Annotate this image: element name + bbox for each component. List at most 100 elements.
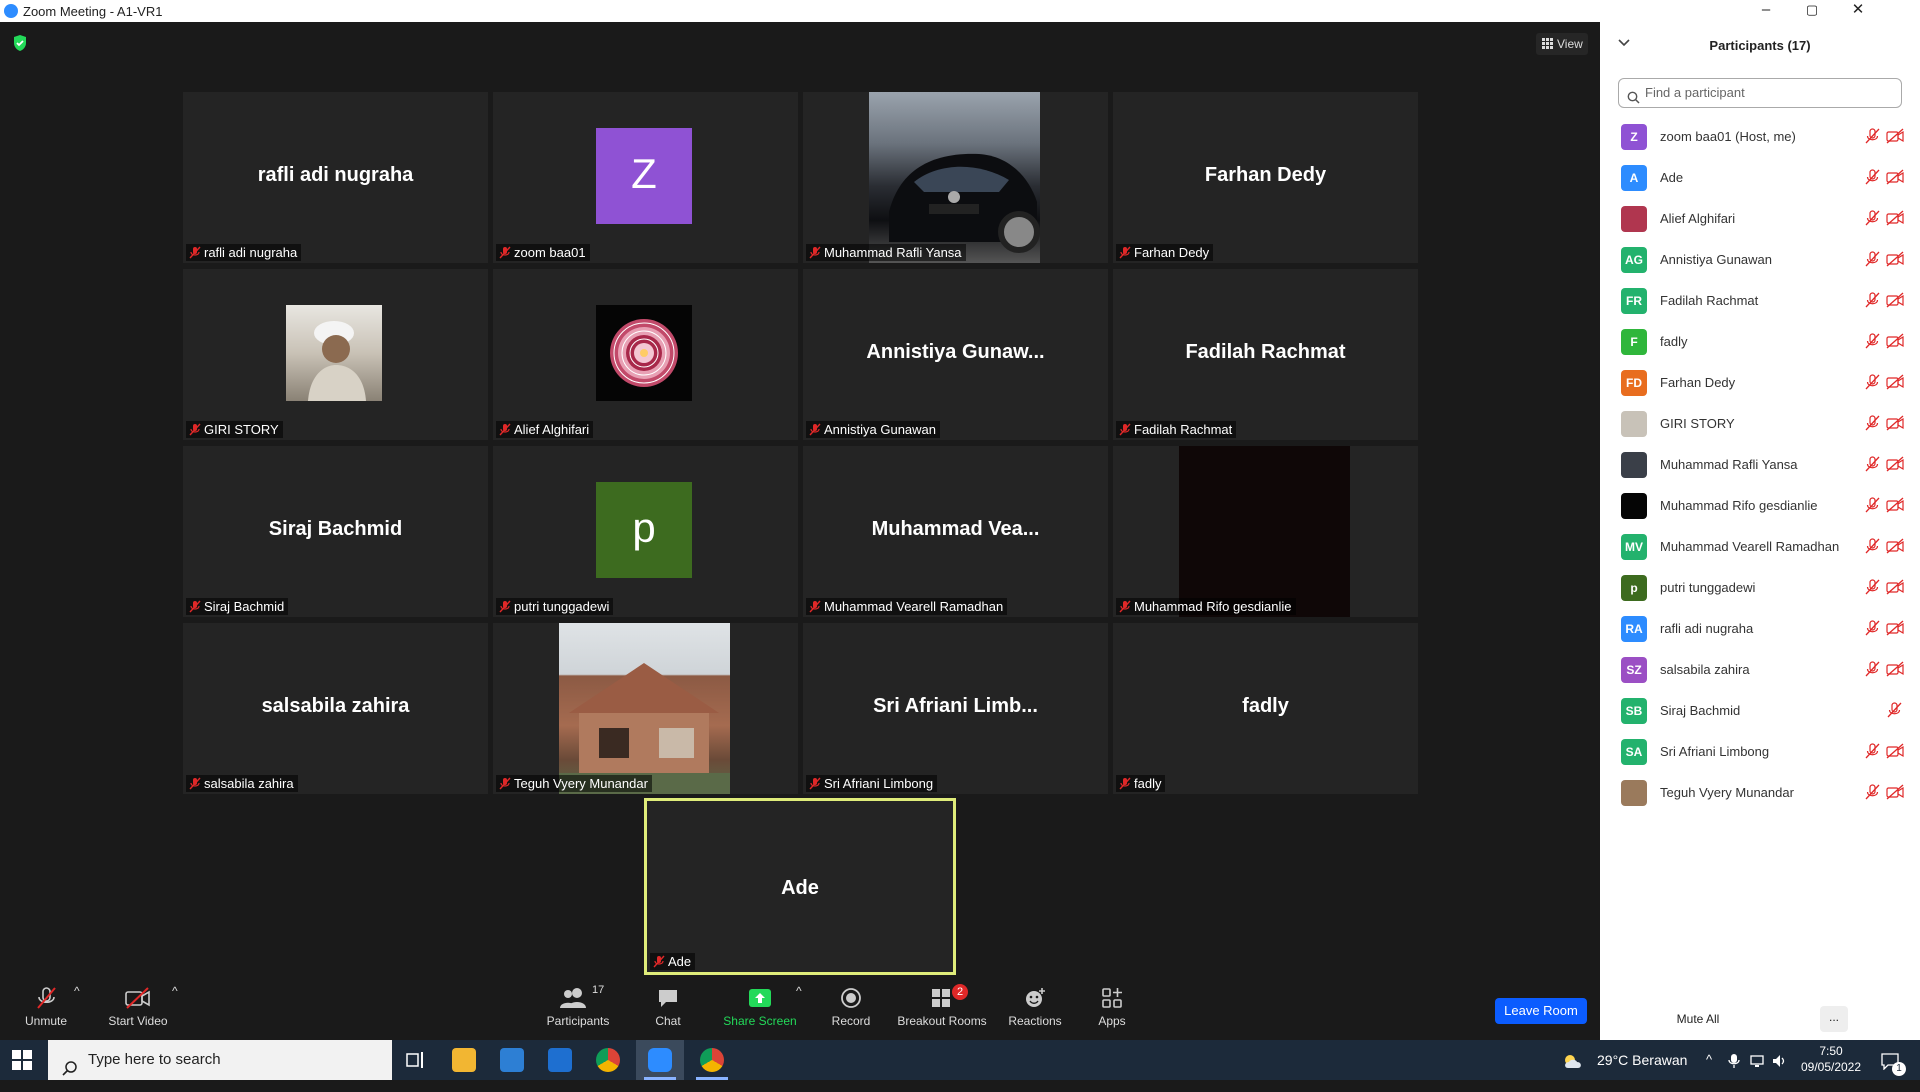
video-tile[interactable]: Fadilah Rachmat Fadilah Rachmat: [1113, 269, 1418, 440]
participant-row[interactable]: MV Muhammad Vearell Ramadhan: [1600, 526, 1920, 567]
video-tile[interactable]: p putri tunggadewi: [493, 446, 798, 617]
more-options-button[interactable]: ...: [1820, 1006, 1848, 1032]
video-off-icon[interactable]: [1886, 333, 1904, 354]
network-tray-icon[interactable]: [1750, 1040, 1766, 1080]
tray-chevron-icon[interactable]: ^: [1706, 1040, 1712, 1080]
participant-row[interactable]: AG Annistiya Gunawan: [1600, 239, 1920, 280]
video-off-icon[interactable]: [1886, 128, 1904, 149]
participant-row[interactable]: FD Farhan Dedy: [1600, 362, 1920, 403]
active-speaker-tile[interactable]: Ade Ade: [644, 798, 956, 975]
participant-row[interactable]: SB Siraj Bachmid: [1600, 690, 1920, 731]
participant-row[interactable]: GIRI STORY: [1600, 403, 1920, 444]
mute-all-button[interactable]: Mute All: [1663, 1006, 1733, 1032]
muted-mic-icon[interactable]: [1864, 579, 1880, 600]
video-tile[interactable]: Farhan Dedy Farhan Dedy: [1113, 92, 1418, 263]
participant-row[interactable]: p putri tunggadewi: [1600, 567, 1920, 608]
share-options-caret-icon[interactable]: ^: [796, 984, 802, 998]
muted-mic-icon[interactable]: [1864, 128, 1880, 149]
participant-row[interactable]: Muhammad Rafli Yansa: [1600, 444, 1920, 485]
muted-mic-icon[interactable]: [1864, 661, 1880, 682]
participant-row[interactable]: SZ salsabila zahira: [1600, 649, 1920, 690]
taskbar-file-explorer[interactable]: [440, 1040, 488, 1080]
video-tile[interactable]: rafli adi nugraha rafli adi nugraha: [183, 92, 488, 263]
share-screen-button[interactable]: Share Screen: [722, 986, 798, 1028]
video-off-icon[interactable]: [1886, 456, 1904, 477]
weather-icon[interactable]: [1562, 1040, 1584, 1080]
video-off-icon[interactable]: [1886, 538, 1904, 559]
start-video-button[interactable]: Start Video: [104, 986, 172, 1028]
taskbar-zoom[interactable]: [636, 1040, 684, 1080]
participant-row[interactable]: Ffadly: [1600, 321, 1920, 362]
participant-row[interactable]: Teguh Vyery Munandar: [1600, 772, 1920, 813]
video-tile[interactable]: Annistiya Gunaw... Annistiya Gunawan: [803, 269, 1108, 440]
video-off-icon[interactable]: [1886, 497, 1904, 518]
video-tile[interactable]: Alief Alghifari: [493, 269, 798, 440]
view-button[interactable]: View: [1536, 33, 1588, 55]
video-off-icon[interactable]: [1886, 292, 1904, 313]
video-tile[interactable]: Muhammad Vea... Muhammad Vearell Ramadha…: [803, 446, 1108, 617]
apps-button[interactable]: Apps: [1094, 986, 1130, 1028]
video-tile[interactable]: GIRI STORY: [183, 269, 488, 440]
video-tile[interactable]: Teguh Vyery Munandar: [493, 623, 798, 794]
task-view-button[interactable]: [392, 1040, 440, 1080]
video-tile[interactable]: Muhammad Rifo gesdianlie: [1113, 446, 1418, 617]
close-button[interactable]: ✕: [1835, 0, 1881, 22]
video-off-icon[interactable]: [1886, 743, 1904, 764]
participant-row[interactable]: Muhammad Rifo gesdianlie: [1600, 485, 1920, 526]
taskbar-search-input[interactable]: Type here to search: [48, 1040, 392, 1080]
video-off-icon[interactable]: [1886, 784, 1904, 805]
record-button[interactable]: Record: [829, 986, 873, 1028]
muted-mic-icon[interactable]: [1864, 251, 1880, 272]
minimize-button[interactable]: –: [1743, 0, 1789, 22]
taskbar-mail[interactable]: [536, 1040, 584, 1080]
taskbar-chrome-2[interactable]: [688, 1040, 736, 1080]
video-off-icon[interactable]: [1886, 661, 1904, 682]
participant-row[interactable]: SA Sri Afriani Limbong: [1600, 731, 1920, 772]
video-off-icon[interactable]: [1886, 415, 1904, 436]
participant-row[interactable]: Zzoom baa01 (Host, me): [1600, 116, 1920, 157]
muted-mic-icon[interactable]: [1864, 784, 1880, 805]
video-off-icon[interactable]: [1886, 620, 1904, 641]
unmute-button[interactable]: Unmute: [18, 986, 74, 1028]
breakout-rooms-button[interactable]: Breakout Rooms: [897, 986, 987, 1028]
participants-button[interactable]: Participants: [533, 986, 623, 1028]
audio-options-caret-icon[interactable]: ^: [74, 984, 80, 998]
encryption-shield-icon[interactable]: [12, 34, 28, 57]
participant-search-input[interactable]: Find a participant: [1618, 78, 1902, 108]
windows-start-icon[interactable]: [12, 1050, 32, 1075]
muted-mic-icon[interactable]: [1864, 292, 1880, 313]
video-off-icon[interactable]: [1886, 374, 1904, 395]
video-off-icon[interactable]: [1886, 579, 1904, 600]
chat-button[interactable]: Chat: [648, 986, 688, 1028]
video-tile[interactable]: Muhammad Rafli Yansa: [803, 92, 1108, 263]
participant-row[interactable]: A Ade: [1600, 157, 1920, 198]
volume-tray-icon[interactable]: [1772, 1040, 1788, 1080]
video-off-icon[interactable]: [1886, 251, 1904, 272]
muted-mic-icon[interactable]: [1864, 497, 1880, 518]
muted-mic-icon[interactable]: [1864, 620, 1880, 641]
muted-mic-icon[interactable]: [1864, 210, 1880, 231]
muted-mic-icon[interactable]: [1864, 374, 1880, 395]
video-tile[interactable]: Z zoom baa01: [493, 92, 798, 263]
reactions-button[interactable]: Reactions: [1007, 986, 1063, 1028]
muted-mic-icon[interactable]: [1886, 702, 1902, 723]
taskbar-chrome[interactable]: [584, 1040, 632, 1080]
muted-mic-icon[interactable]: [1864, 743, 1880, 764]
muted-mic-icon[interactable]: [1864, 456, 1880, 477]
muted-mic-icon[interactable]: [1864, 169, 1880, 190]
participant-row[interactable]: RA rafli adi nugraha: [1600, 608, 1920, 649]
video-tile[interactable]: Sri Afriani Limb... Sri Afriani Limbong: [803, 623, 1108, 794]
video-tile[interactable]: fadly fadly: [1113, 623, 1418, 794]
participant-row[interactable]: Alief Alghifari: [1600, 198, 1920, 239]
restore-button[interactable]: ▢: [1789, 0, 1835, 22]
video-tile[interactable]: salsabila zahira salsabila zahira: [183, 623, 488, 794]
taskbar-store[interactable]: [488, 1040, 536, 1080]
video-off-icon[interactable]: [1886, 210, 1904, 231]
muted-mic-icon[interactable]: [1864, 333, 1880, 354]
muted-mic-icon[interactable]: [1864, 415, 1880, 436]
video-tile[interactable]: Siraj Bachmid Siraj Bachmid: [183, 446, 488, 617]
taskbar-clock[interactable]: 7:50 09/05/2022: [1796, 1043, 1866, 1075]
participant-row[interactable]: FR Fadilah Rachmat: [1600, 280, 1920, 321]
microphone-tray-icon[interactable]: [1728, 1040, 1740, 1080]
weather-text[interactable]: 29°C Berawan: [1597, 1040, 1687, 1080]
